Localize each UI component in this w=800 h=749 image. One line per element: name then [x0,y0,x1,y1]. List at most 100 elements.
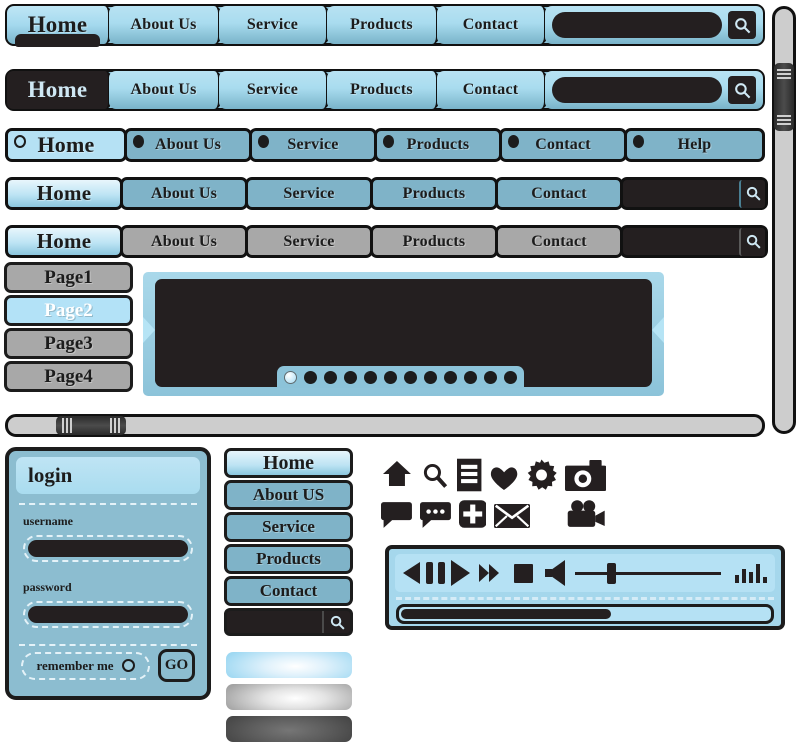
navbar-5-tab-about-us[interactable]: About Us [120,225,248,258]
navbar-5-search-cell [620,225,768,258]
password-input[interactable] [28,606,188,623]
navbar-4-tab-about-us[interactable]: About Us [120,177,248,210]
fast-forward-icon[interactable] [479,564,499,582]
speech-bubble-icon[interactable] [381,500,412,530]
search-icon[interactable] [728,76,756,104]
navbar-5-tab-home[interactable]: Home [5,225,123,258]
sidebar-item-page4[interactable]: Page4 [4,361,133,392]
list-document-icon[interactable] [457,458,482,492]
search-icon[interactable] [322,611,350,633]
carousel-dot[interactable] [284,370,297,384]
navbar-2-search-input[interactable] [552,77,722,103]
remember-me-checkbox[interactable] [121,659,135,672]
navbar-3-tab-about-us-label: About Us [154,136,222,153]
volume-slider[interactable] [575,562,721,584]
carousel-dot[interactable] [364,370,377,384]
navbar-3-tab-contact[interactable]: Contact [499,128,627,162]
carousel-dot[interactable] [504,370,517,384]
vmenu-item-contact[interactable]: Contact [224,576,353,606]
navbar-1-tab-about-us[interactable]: About Us [109,6,221,44]
envelope-icon[interactable] [494,502,531,530]
navbar-2-tab-products[interactable]: Products [327,71,439,109]
stop-icon[interactable] [514,563,533,583]
navbar-3: Home About Us Service Products Contact H… [5,128,765,162]
volume-icon[interactable] [545,560,565,586]
carousel-dot[interactable] [384,370,397,384]
navbar-1-tab-home[interactable]: Home [7,6,111,47]
blue-gradient-button[interactable] [226,652,352,678]
vertical-scrollbar-thumb[interactable] [774,63,794,131]
silver-gradient-button[interactable] [226,684,352,710]
filled-circle-icon [383,135,394,148]
navbar-2-tab-about-us[interactable]: About Us [109,71,221,109]
vmenu-item-products[interactable]: Products [224,544,353,574]
navbar-1-tab-contact[interactable]: Contact [437,6,547,44]
search-icon[interactable] [421,460,449,492]
sidebar-item-page1[interactable]: Page1 [4,262,133,293]
navbar-3-tab-home[interactable]: Home [5,128,127,162]
navbar-4-tab-home[interactable]: Home [5,177,123,210]
vmenu-search-input[interactable] [227,611,322,633]
video-camera-icon[interactable] [566,498,606,530]
play-icon[interactable] [451,560,470,586]
login-submit-button[interactable]: GO [158,649,195,682]
navbar-1-search-input[interactable] [552,12,722,38]
navbar-3-tab-about-us[interactable]: About Us [124,128,252,162]
search-icon[interactable] [739,227,765,256]
volume-slider-thumb[interactable] [607,562,617,584]
navbar-2-tab-home[interactable]: Home [7,71,111,109]
navbar-2-tab-contact[interactable]: Contact [437,71,547,109]
carousel-dot[interactable] [424,370,437,384]
content-panel [143,272,664,396]
navbar-3-tab-products[interactable]: Products [374,128,502,162]
navbar-1-tab-products[interactable]: Products [327,6,439,44]
gear-icon[interactable] [526,458,557,492]
vmenu-item-service[interactable]: Service [224,512,353,542]
rewind-icon[interactable] [403,562,420,584]
vertical-scrollbar[interactable] [772,6,796,434]
horizontal-scrollbar[interactable] [5,414,765,437]
carousel-dot[interactable] [324,370,337,384]
remember-me-row[interactable]: remember me [21,651,150,680]
navbar-3-tab-service[interactable]: Service [249,128,377,162]
navbar-4-search-input[interactable] [625,180,737,207]
navbar-5-search-input[interactable] [625,228,737,255]
navbar-1-tab-service[interactable]: Service [219,6,329,44]
search-icon[interactable] [739,179,765,208]
sidebar-item-page2[interactable]: Page2 [4,295,133,326]
navbar-3-tab-home-label: Home [37,132,95,157]
navbar-3-tab-help[interactable]: Help [624,128,765,162]
chat-dots-icon[interactable] [419,500,451,530]
carousel-dot[interactable] [444,370,457,384]
navbar-4-tab-contact[interactable]: Contact [495,177,623,210]
horizontal-scrollbar-thumb[interactable] [56,416,126,435]
heart-icon[interactable] [490,465,518,492]
carousel-dots [277,366,524,388]
carousel-dot[interactable] [404,370,417,384]
sidebar-item-page3[interactable]: Page3 [4,328,133,359]
camera-icon[interactable] [564,459,606,492]
navbar-5-tab-products[interactable]: Products [370,225,498,258]
carousel-dot[interactable] [464,370,477,384]
carousel-dot[interactable] [484,370,497,384]
navbar-5-tab-contact[interactable]: Contact [495,225,623,258]
navbar-4: Home About Us Service Products Contact [5,177,768,210]
navbar-4-tab-service[interactable]: Service [245,177,373,210]
username-input[interactable] [28,540,188,557]
progress-bar[interactable] [396,604,774,624]
navbar-2-tab-service[interactable]: Service [219,71,329,109]
home-icon[interactable] [381,458,413,492]
navbar-4-tab-products[interactable]: Products [370,177,498,210]
plus-square-icon[interactable] [458,498,487,530]
vmenu-item-home[interactable]: Home [224,448,353,478]
dark-gradient-button[interactable] [226,716,352,742]
carousel-dot[interactable] [344,370,357,384]
navbar-5-tab-service[interactable]: Service [245,225,373,258]
navbar-1-tab-about-us-label: About Us [130,16,197,33]
search-icon[interactable] [728,11,756,39]
carousel-dot[interactable] [304,370,317,384]
pause-icon[interactable] [426,562,445,584]
ui-kit-canvas: Home About Us Service Products Contact H… [0,0,800,749]
navbar-2-search-cell [545,71,763,109]
vmenu-item-about-us[interactable]: About US [224,480,353,510]
